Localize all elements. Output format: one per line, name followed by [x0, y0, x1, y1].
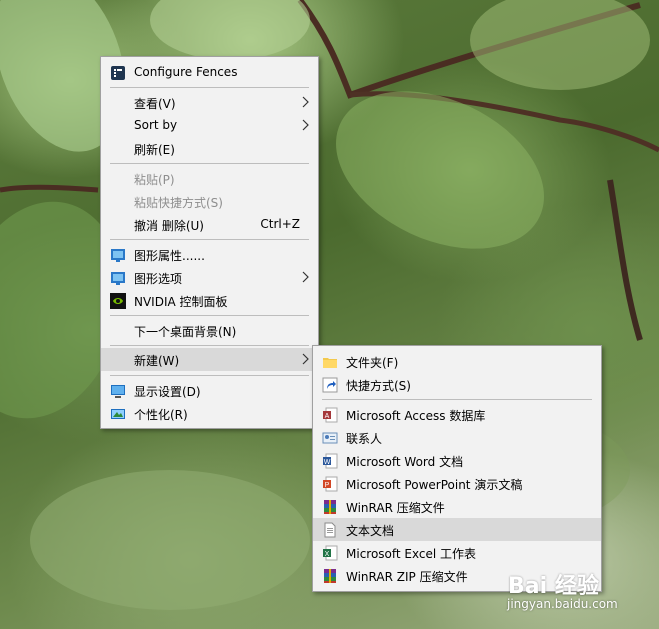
menu-separator [110, 375, 309, 376]
menu-item-configure-fences[interactable]: Configure Fences [101, 61, 318, 84]
menu-item-label: WinRAR ZIP 压缩文件 [346, 570, 468, 584]
intel-graphics-icon [111, 272, 125, 285]
submenu-item-word-document[interactable]: W Microsoft Word 文档 [313, 449, 601, 472]
menu-item-label: Sort by [134, 118, 178, 132]
menu-item-label: Configure Fences [134, 65, 238, 79]
menu-item-label: 文件夹(F) [346, 356, 399, 370]
menu-item-label: NVIDIA 控制面板 [134, 295, 228, 309]
excel-icon: X [323, 545, 338, 561]
menu-separator [110, 315, 309, 316]
new-submenu: 文件夹(F) 快捷方式(S) A Microsoft Access 数据库 联系… [312, 345, 602, 592]
text-document-icon [324, 522, 336, 538]
winrar-zip-icon [324, 569, 336, 583]
menu-item-paste-shortcut[interactable]: 粘贴快捷方式(S) [101, 190, 318, 213]
menu-item-label: 文本文档 [346, 524, 395, 538]
submenu-item-excel-worksheet[interactable]: X Microsoft Excel 工作表 [313, 541, 601, 564]
nvidia-icon [110, 293, 126, 309]
submenu-item-contact[interactable]: 联系人 [313, 426, 601, 449]
menu-item-undo-delete[interactable]: 撤消 删除(U) Ctrl+Z [101, 213, 318, 236]
chevron-right-icon [302, 271, 309, 283]
chevron-right-icon [302, 353, 309, 365]
menu-item-next-desktop-background[interactable]: 下一个桌面背景(N) [101, 319, 318, 342]
word-icon: W [323, 453, 338, 469]
menu-item-label: 刷新(E) [134, 143, 175, 157]
powerpoint-icon: P [323, 476, 338, 492]
menu-item-graphics-properties[interactable]: 图形属性...... [101, 243, 318, 266]
display-icon [111, 385, 125, 398]
winrar-icon [324, 500, 336, 514]
menu-item-label: Microsoft Access 数据库 [346, 409, 486, 423]
menu-item-label: Microsoft Excel 工作表 [346, 547, 477, 561]
folder-icon [323, 358, 337, 368]
menu-item-label: 联系人 [346, 432, 383, 446]
menu-item-label: 快捷方式(S) [346, 379, 411, 393]
menu-item-label: 下一个桌面背景(N) [134, 325, 237, 339]
menu-item-label: 粘贴快捷方式(S) [134, 196, 223, 210]
chevron-right-icon [302, 119, 309, 131]
menu-item-paste[interactable]: 粘贴(P) [101, 167, 318, 190]
menu-separator [110, 345, 309, 346]
menu-item-label: 粘贴(P) [134, 173, 175, 187]
submenu-item-folder[interactable]: 文件夹(F) [313, 350, 601, 373]
menu-item-view[interactable]: 查看(V) [101, 91, 318, 114]
menu-item-nvidia-control-panel[interactable]: NVIDIA 控制面板 [101, 289, 318, 312]
menu-item-personalize[interactable]: 个性化(R) [101, 402, 318, 425]
submenu-item-winrar-archive[interactable]: WinRAR 压缩文件 [313, 495, 601, 518]
fences-icon [111, 66, 125, 80]
menu-item-refresh[interactable]: 刷新(E) [101, 137, 318, 160]
desktop-context-menu: Configure Fences 查看(V) Sort by 刷新(E) 粘贴(… [100, 56, 319, 429]
submenu-item-access-database[interactable]: A Microsoft Access 数据库 [313, 403, 601, 426]
menu-item-label: Microsoft PowerPoint 演示文稿 [346, 478, 523, 492]
menu-separator [322, 399, 592, 400]
menu-item-label: Microsoft Word 文档 [346, 455, 464, 469]
svg-text:P: P [325, 482, 330, 489]
menu-item-label: 个性化(R) [134, 408, 188, 422]
submenu-item-shortcut[interactable]: 快捷方式(S) [313, 373, 601, 396]
watermark-url: jingyan.baidu.com [507, 597, 618, 611]
menu-item-label: 图形属性...... [134, 249, 205, 263]
intel-graphics-icon [111, 249, 125, 262]
svg-text:W: W [324, 459, 331, 466]
menu-item-shortcut: Ctrl+Z [260, 217, 300, 231]
menu-item-label: 显示设置(D) [134, 385, 201, 399]
menu-separator [110, 239, 309, 240]
svg-text:X: X [325, 551, 330, 558]
menu-item-sort-by[interactable]: Sort by [101, 114, 318, 137]
menu-item-display-settings[interactable]: 显示设置(D) [101, 379, 318, 402]
menu-item-label: 新建(W) [134, 354, 180, 368]
submenu-item-text-document[interactable]: 文本文档 [313, 518, 601, 541]
menu-item-label: 查看(V) [134, 97, 176, 111]
submenu-item-powerpoint-presentation[interactable]: P Microsoft PowerPoint 演示文稿 [313, 472, 601, 495]
contact-icon [322, 432, 338, 444]
menu-separator [110, 163, 309, 164]
menu-item-label: WinRAR 压缩文件 [346, 501, 445, 515]
chevron-right-icon [302, 96, 309, 108]
personalize-icon [111, 409, 125, 419]
baidu-jingyan-watermark: Bai 经验 [508, 574, 599, 599]
shortcut-icon [322, 377, 338, 393]
menu-item-new[interactable]: 新建(W) [101, 348, 318, 371]
menu-item-graphics-options[interactable]: 图形选项 [101, 266, 318, 289]
svg-text:A: A [325, 413, 330, 420]
access-icon: A [323, 407, 338, 423]
menu-separator [110, 87, 309, 88]
menu-item-label: 撤消 删除(U) [134, 219, 204, 233]
menu-item-label: 图形选项 [134, 272, 183, 286]
